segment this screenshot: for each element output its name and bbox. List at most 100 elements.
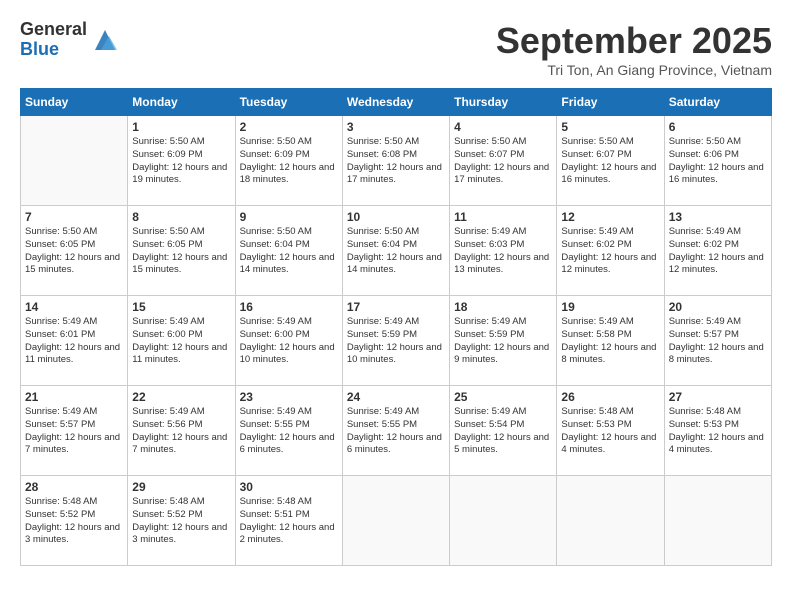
day-info: Sunrise: 5:48 AM Sunset: 5:51 PM Dayligh…: [240, 496, 338, 547]
day-info: Sunrise: 5:50 AM Sunset: 6:04 PM Dayligh…: [240, 226, 338, 277]
day-info: Sunrise: 5:49 AM Sunset: 6:00 PM Dayligh…: [240, 316, 338, 367]
calendar-cell: 1Sunrise: 5:50 AM Sunset: 6:09 PM Daylig…: [128, 116, 235, 206]
weekday-header-monday: Monday: [128, 89, 235, 116]
day-number: 23: [240, 390, 338, 404]
day-number: 27: [669, 390, 767, 404]
day-info: Sunrise: 5:48 AM Sunset: 5:53 PM Dayligh…: [669, 406, 767, 457]
day-info: Sunrise: 5:49 AM Sunset: 5:57 PM Dayligh…: [669, 316, 767, 367]
calendar-cell: 19 Sunrise: 5:49 AM Sunset: 5:58 PM Dayli…: [557, 296, 664, 386]
calendar-cell: 25 Sunrise: 5:49 AM Sunset: 5:54 PM Dayli…: [450, 386, 557, 476]
calendar-title: September 2025: [496, 20, 772, 62]
page-header: General Blue September 2025 Tri Ton, An …: [20, 20, 772, 78]
calendar-cell: 21 Sunrise: 5:49 AM Sunset: 5:57 PM Dayli…: [21, 386, 128, 476]
week-row-3: 21 Sunrise: 5:49 AM Sunset: 5:57 PM Dayli…: [21, 386, 772, 476]
day-number: 21: [25, 390, 123, 404]
title-section: September 2025 Tri Ton, An Giang Provinc…: [496, 20, 772, 78]
day-number: 16: [240, 300, 338, 314]
day-number: 25: [454, 390, 552, 404]
logo-general: General: [20, 20, 87, 40]
calendar-cell: [664, 476, 771, 566]
day-number: 20: [669, 300, 767, 314]
logo-text: General Blue: [20, 20, 87, 60]
day-info: Sunrise: 5:48 AM Sunset: 5:52 PM Dayligh…: [25, 496, 123, 547]
calendar-cell: 12Sunrise: 5:49 AM Sunset: 6:02 PM Dayli…: [557, 206, 664, 296]
calendar-cell: 22 Sunrise: 5:49 AM Sunset: 5:56 PM Dayli…: [128, 386, 235, 476]
day-number: 6: [669, 120, 767, 134]
day-number: 10: [347, 210, 445, 224]
calendar-cell: 4Sunrise: 5:50 AM Sunset: 6:07 PM Daylig…: [450, 116, 557, 206]
calendar-body: 1Sunrise: 5:50 AM Sunset: 6:09 PM Daylig…: [21, 116, 772, 566]
weekday-header-wednesday: Wednesday: [342, 89, 449, 116]
day-info: Sunrise: 5:50 AM Sunset: 6:07 PM Dayligh…: [454, 136, 552, 187]
logo-icon: [91, 26, 119, 54]
calendar-cell: 27 Sunrise: 5:48 AM Sunset: 5:53 PM Dayli…: [664, 386, 771, 476]
weekday-header-sunday: Sunday: [21, 89, 128, 116]
day-info: Sunrise: 5:49 AM Sunset: 6:02 PM Dayligh…: [669, 226, 767, 277]
calendar-cell: 13 Sunrise: 5:49 AM Sunset: 6:02 PM Dayli…: [664, 206, 771, 296]
calendar-header: SundayMondayTuesdayWednesdayThursdayFrid…: [21, 89, 772, 116]
calendar-subtitle: Tri Ton, An Giang Province, Vietnam: [496, 62, 772, 78]
day-number: 9: [240, 210, 338, 224]
day-info: Sunrise: 5:49 AM Sunset: 5:58 PM Dayligh…: [561, 316, 659, 367]
day-info: Sunrise: 5:49 AM Sunset: 5:54 PM Dayligh…: [454, 406, 552, 457]
calendar-table: SundayMondayTuesdayWednesdayThursdayFrid…: [20, 88, 772, 566]
day-number: 2: [240, 120, 338, 134]
day-info: Sunrise: 5:50 AM Sunset: 6:07 PM Dayligh…: [561, 136, 659, 187]
calendar-cell: 20 Sunrise: 5:49 AM Sunset: 5:57 PM Dayli…: [664, 296, 771, 386]
weekday-header-saturday: Saturday: [664, 89, 771, 116]
day-number: 11: [454, 210, 552, 224]
calendar-cell: [21, 116, 128, 206]
day-info: Sunrise: 5:50 AM Sunset: 6:05 PM Dayligh…: [132, 226, 230, 277]
calendar-cell: 29 Sunrise: 5:48 AM Sunset: 5:52 PM Dayli…: [128, 476, 235, 566]
day-number: 22: [132, 390, 230, 404]
day-info: Sunrise: 5:50 AM Sunset: 6:06 PM Dayligh…: [669, 136, 767, 187]
calendar-cell: 28 Sunrise: 5:48 AM Sunset: 5:52 PM Dayli…: [21, 476, 128, 566]
calendar-cell: 2Sunrise: 5:50 AM Sunset: 6:09 PM Daylig…: [235, 116, 342, 206]
week-row-1: 7 Sunrise: 5:50 AM Sunset: 6:05 PM Daylig…: [21, 206, 772, 296]
calendar-cell: 24 Sunrise: 5:49 AM Sunset: 5:55 PM Dayli…: [342, 386, 449, 476]
day-number: 13: [669, 210, 767, 224]
calendar-cell: 23 Sunrise: 5:49 AM Sunset: 5:55 PM Dayli…: [235, 386, 342, 476]
day-number: 28: [25, 480, 123, 494]
week-row-0: 1Sunrise: 5:50 AM Sunset: 6:09 PM Daylig…: [21, 116, 772, 206]
day-number: 1: [132, 120, 230, 134]
day-info: Sunrise: 5:49 AM Sunset: 6:03 PM Dayligh…: [454, 226, 552, 277]
calendar-cell: 6 Sunrise: 5:50 AM Sunset: 6:06 PM Daylig…: [664, 116, 771, 206]
day-number: 12: [561, 210, 659, 224]
day-number: 18: [454, 300, 552, 314]
day-info: Sunrise: 5:48 AM Sunset: 5:53 PM Dayligh…: [561, 406, 659, 457]
day-number: 7: [25, 210, 123, 224]
day-number: 5: [561, 120, 659, 134]
day-info: Sunrise: 5:49 AM Sunset: 6:00 PM Dayligh…: [132, 316, 230, 367]
day-info: Sunrise: 5:50 AM Sunset: 6:08 PM Dayligh…: [347, 136, 445, 187]
calendar-cell: 15 Sunrise: 5:49 AM Sunset: 6:00 PM Dayli…: [128, 296, 235, 386]
day-number: 24: [347, 390, 445, 404]
calendar-cell: 5 Sunrise: 5:50 AM Sunset: 6:07 PM Daylig…: [557, 116, 664, 206]
day-info: Sunrise: 5:48 AM Sunset: 5:52 PM Dayligh…: [132, 496, 230, 547]
day-info: Sunrise: 5:49 AM Sunset: 5:57 PM Dayligh…: [25, 406, 123, 457]
day-info: Sunrise: 5:49 AM Sunset: 5:55 PM Dayligh…: [347, 406, 445, 457]
weekday-header-thursday: Thursday: [450, 89, 557, 116]
day-number: 19: [561, 300, 659, 314]
logo: General Blue: [20, 20, 119, 60]
weekday-header-friday: Friday: [557, 89, 664, 116]
day-info: Sunrise: 5:49 AM Sunset: 5:56 PM Dayligh…: [132, 406, 230, 457]
weekday-header-row: SundayMondayTuesdayWednesdayThursdayFrid…: [21, 89, 772, 116]
calendar-cell: 11 Sunrise: 5:49 AM Sunset: 6:03 PM Dayli…: [450, 206, 557, 296]
day-number: 14: [25, 300, 123, 314]
calendar-cell: 17Sunrise: 5:49 AM Sunset: 5:59 PM Dayli…: [342, 296, 449, 386]
day-info: Sunrise: 5:50 AM Sunset: 6:04 PM Dayligh…: [347, 226, 445, 277]
calendar-cell: 26Sunrise: 5:48 AM Sunset: 5:53 PM Dayli…: [557, 386, 664, 476]
day-number: 30: [240, 480, 338, 494]
day-number: 15: [132, 300, 230, 314]
day-info: Sunrise: 5:49 AM Sunset: 5:55 PM Dayligh…: [240, 406, 338, 457]
calendar-cell: 7Sunrise: 5:50 AM Sunset: 6:05 PM Daylig…: [21, 206, 128, 296]
day-number: 29: [132, 480, 230, 494]
day-number: 17: [347, 300, 445, 314]
calendar-cell: [342, 476, 449, 566]
day-info: Sunrise: 5:49 AM Sunset: 6:01 PM Dayligh…: [25, 316, 123, 367]
calendar-cell: 30 Sunrise: 5:48 AM Sunset: 5:51 PM Dayli…: [235, 476, 342, 566]
calendar-cell: 9 Sunrise: 5:50 AM Sunset: 6:04 PM Daylig…: [235, 206, 342, 296]
day-number: 8: [132, 210, 230, 224]
calendar-cell: 18Sunrise: 5:49 AM Sunset: 5:59 PM Dayli…: [450, 296, 557, 386]
